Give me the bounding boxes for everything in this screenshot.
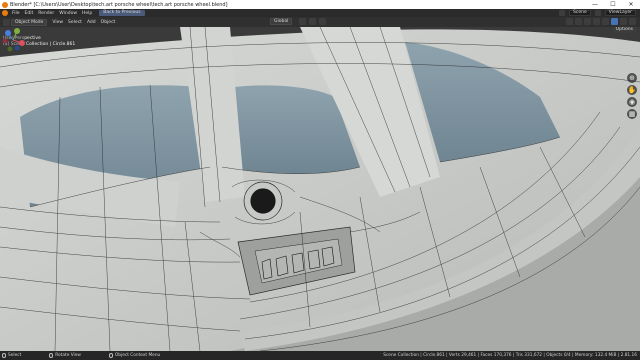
status-context-menu: Object Context Menu — [108, 353, 160, 358]
menu-window[interactable]: Window — [59, 11, 77, 16]
pivot-icon[interactable] — [299, 18, 307, 25]
transform-orientation-selector[interactable]: Global — [270, 18, 293, 25]
material-shading-icon[interactable] — [620, 18, 627, 25]
menu-object[interactable]: Object — [101, 20, 116, 25]
menu-render[interactable]: Render — [38, 11, 54, 16]
minimize-button[interactable]: — — [586, 0, 604, 9]
visibility-icon[interactable] — [566, 18, 573, 25]
gizmo-z-axis[interactable] — [5, 30, 11, 36]
blender-logo-icon — [2, 1, 8, 8]
view-layer-selector[interactable]: ViewLayer — [604, 10, 636, 16]
zoom-icon[interactable]: ⊕ — [627, 73, 637, 83]
blender-menu-icon[interactable] — [2, 10, 8, 16]
proportional-edit-icon[interactable] — [319, 18, 327, 25]
window-title: Blender* [C:\Users\User\Desktop\tech.art… — [10, 1, 228, 8]
grid-icon[interactable]: ▦ — [627, 109, 637, 119]
navigation-gizmo[interactable] — [0, 27, 26, 53]
3d-viewport[interactable]: User Perspective (4) Scene Collection | … — [0, 27, 640, 351]
viewport-header: Object Mode View Select Add Object Globa… — [0, 17, 640, 27]
camera-icon[interactable]: ◉ — [627, 97, 637, 107]
overlay-toggle-icon[interactable] — [584, 18, 591, 25]
editor-type-icon[interactable] — [3, 18, 10, 26]
wireframe-shading-icon[interactable] — [602, 18, 609, 25]
middle-mouse-icon — [49, 353, 54, 358]
menu-help[interactable]: Help — [82, 11, 92, 16]
mode-selector[interactable]: Object Mode — [11, 18, 48, 26]
xray-toggle-icon[interactable] — [593, 18, 600, 25]
hand-icon[interactable]: ✋ — [627, 85, 637, 95]
menu-edit[interactable]: Edit — [25, 11, 34, 16]
menu-view[interactable]: View — [52, 20, 63, 25]
left-mouse-icon — [2, 353, 6, 358]
menu-select[interactable]: Select — [68, 20, 82, 25]
back-to-previous-button[interactable]: Back to Previous — [99, 10, 145, 16]
solid-shading-icon[interactable] — [611, 18, 618, 25]
title-bar: Blender* [C:\Users\User\Desktop\tech.art… — [0, 0, 640, 9]
gizmo-toggle-icon[interactable] — [575, 18, 582, 25]
right-mouse-icon — [108, 353, 113, 358]
scene-statistics: Scene Collection | Circle.861 | Verts 29… — [383, 353, 637, 358]
close-button[interactable]: ✕ — [622, 0, 640, 9]
status-bar: Select Rotate View Object Context Menu S… — [0, 351, 640, 360]
scene-selector[interactable]: Scene — [569, 10, 591, 16]
options-button[interactable]: Options — [612, 27, 636, 33]
gizmo-x-axis[interactable] — [19, 40, 25, 46]
status-rotate: Rotate View — [49, 353, 81, 358]
status-select: Select — [2, 353, 21, 358]
maximize-button[interactable]: ☐ — [604, 0, 622, 9]
view-layer-icon — [594, 10, 601, 16]
snap-icon[interactable] — [309, 18, 317, 25]
top-menu-bar: File Edit Render Window Help Back to Pre… — [0, 9, 640, 17]
gizmo-y-axis[interactable] — [14, 28, 20, 34]
rendered-shading-icon[interactable] — [629, 18, 636, 25]
window-controls: — ☐ ✕ — [586, 0, 640, 9]
scene-icon — [559, 10, 566, 16]
wheel-mesh-render — [0, 27, 640, 351]
menu-file[interactable]: File — [12, 11, 20, 16]
menu-add[interactable]: Add — [87, 20, 96, 25]
